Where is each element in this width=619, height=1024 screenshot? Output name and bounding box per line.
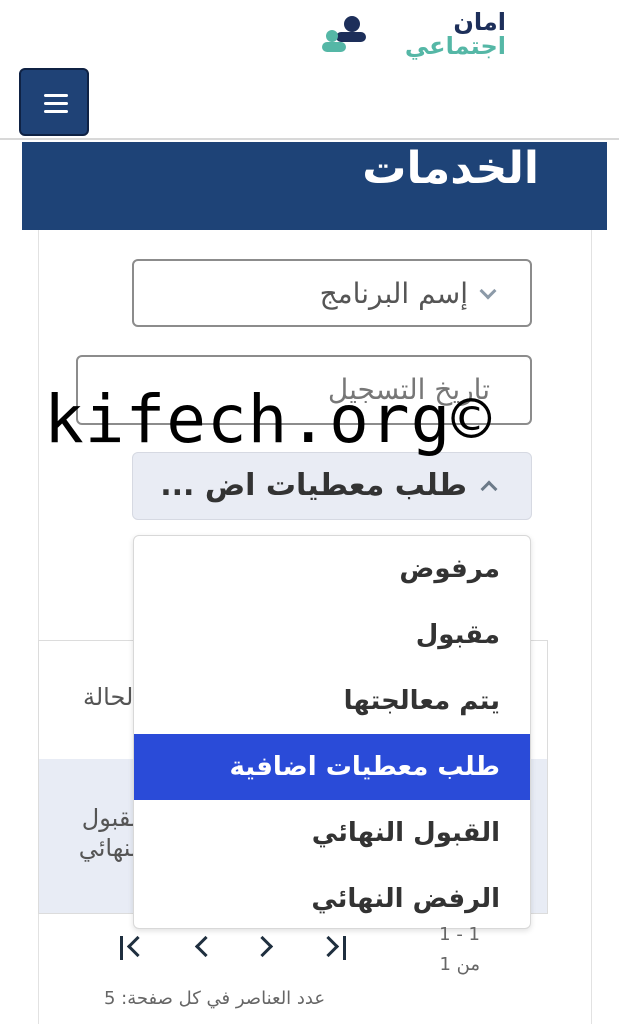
top-bar: امان اجتماعي — [0, 0, 619, 140]
program-name-select[interactable]: إسم البرنامج — [132, 259, 532, 327]
chevron-down-icon — [479, 282, 497, 300]
pagination-total: من 1 — [439, 954, 480, 975]
next-page-button[interactable] — [250, 928, 286, 968]
status-dropdown-menu: مرفوض مقبول يتم معالجتها طلب معطيات اضاف… — [133, 535, 531, 929]
dropdown-option-accepted[interactable]: مقبول — [134, 602, 530, 668]
logo[interactable]: امان اجتماعي — [322, 8, 512, 62]
first-page-button[interactable] — [114, 928, 150, 968]
column-header-status: الحالة — [83, 683, 140, 711]
page-title: الخدمات — [362, 143, 539, 194]
chevron-left-icon — [194, 935, 217, 958]
last-page-button[interactable] — [317, 928, 354, 968]
previous-page-button[interactable] — [182, 928, 218, 968]
pagination — [110, 928, 360, 968]
chevron-right-icon — [251, 935, 274, 958]
page-header: الخدمات — [22, 142, 607, 230]
dropdown-option-rejected[interactable]: مرفوض — [134, 536, 530, 602]
pagination-range-value: 1 - 1 — [439, 924, 480, 945]
pagination-range: 1 - 1 من 1 — [420, 920, 480, 980]
dropdown-option-final-acceptance[interactable]: القبول النهائي — [134, 800, 530, 866]
chevron-up-icon — [480, 480, 498, 498]
dropdown-option-processing[interactable]: يتم معالجتها — [134, 668, 530, 734]
people-logo-icon — [322, 16, 366, 52]
hamburger-icon — [44, 94, 68, 97]
items-per-page: عدد العناصر في كل صفحة: 5 — [104, 988, 326, 1009]
first-page-icon — [120, 936, 123, 960]
last-page-icon — [343, 936, 346, 960]
logo-text-line2: اجتماعي — [404, 32, 506, 60]
status-selected-value: طلب معطيات اض ... — [160, 468, 467, 503]
program-name-label: إسم البرنامج — [319, 277, 468, 310]
dropdown-option-additional-data[interactable]: طلب معطيات اضافية — [134, 734, 530, 800]
menu-button[interactable] — [19, 68, 89, 136]
status-select[interactable]: طلب معطيات اض ... — [132, 452, 532, 520]
watermark: kifech.org© — [44, 381, 493, 458]
